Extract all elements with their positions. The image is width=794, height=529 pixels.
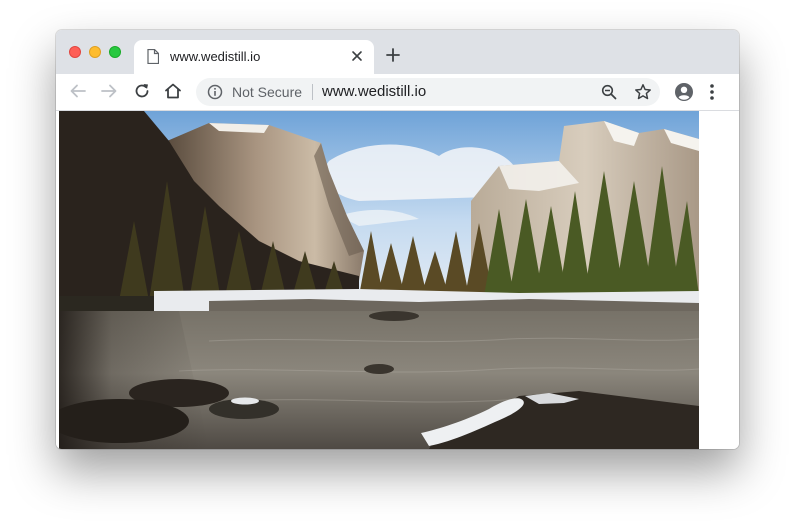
forward-arrow-icon[interactable]: [100, 82, 118, 100]
star-icon[interactable]: [634, 83, 652, 101]
page-icon: [147, 49, 159, 64]
close-icon[interactable]: [351, 50, 363, 62]
reload-icon[interactable]: [133, 82, 151, 100]
url-text[interactable]: www.wedistill.io: [322, 83, 426, 100]
tab-active[interactable]: www.wedistill.io: [134, 40, 374, 74]
browser-window: www.wedistill.io Not Secure www.wedistil…: [56, 30, 739, 449]
minimize-window-button[interactable]: [89, 46, 101, 58]
close-window-button[interactable]: [69, 46, 81, 58]
zoom-out-icon[interactable]: [601, 84, 617, 100]
home-icon[interactable]: [164, 82, 182, 100]
plus-icon[interactable]: [386, 48, 400, 62]
info-icon[interactable]: [207, 84, 223, 100]
account-icon[interactable]: [674, 82, 694, 102]
address-bar[interactable]: Not Secure www.wedistill.io: [196, 78, 660, 106]
security-label[interactable]: Not Secure: [232, 84, 302, 100]
omnibox-divider: [312, 84, 313, 100]
more-vert-icon[interactable]: [708, 82, 716, 102]
zoom-window-button[interactable]: [109, 46, 121, 58]
browser-toolbar: Not Secure www.wedistill.io: [56, 74, 739, 111]
tab-title: www.wedistill.io: [170, 49, 261, 64]
back-arrow-icon[interactable]: [69, 82, 87, 100]
tab-strip: www.wedistill.io: [56, 30, 739, 74]
yosemite-valley-photo: [59, 111, 699, 449]
web-content: [56, 111, 739, 449]
